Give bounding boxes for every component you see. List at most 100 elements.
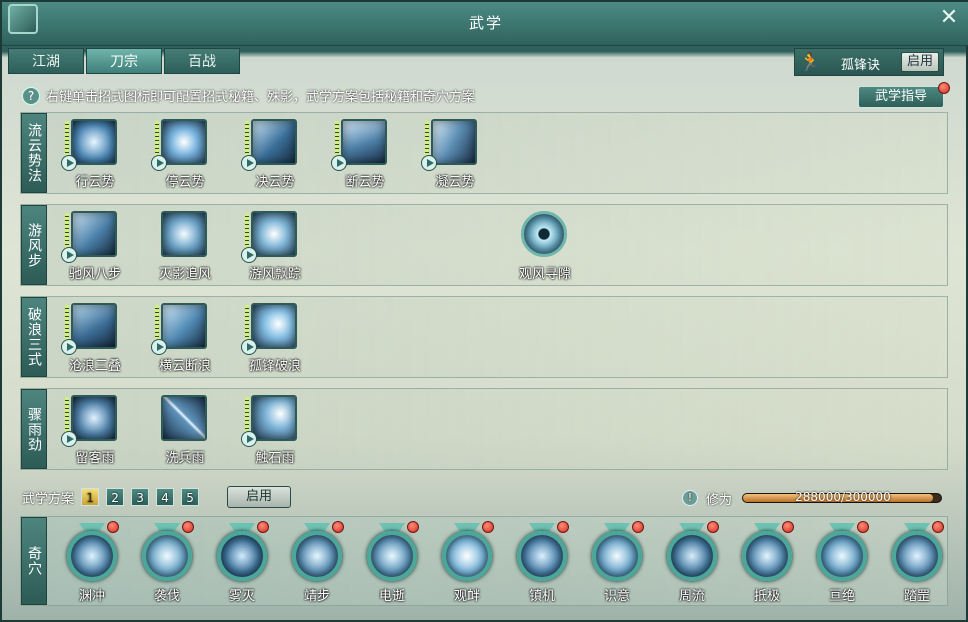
skill-label: 凝云势 bbox=[435, 175, 475, 190]
eye-icon[interactable] bbox=[521, 211, 567, 257]
skill-icon[interactable] bbox=[251, 303, 297, 349]
notification-dot bbox=[857, 521, 869, 533]
scheme-enable-button[interactable]: 启用 bbox=[227, 486, 292, 508]
title-bar[interactable]: 武学 ✕ bbox=[2, 2, 968, 46]
skill-label: 停云势 bbox=[165, 175, 205, 190]
qixue-tab[interactable] bbox=[154, 523, 180, 531]
qixue-label: 观衅 bbox=[453, 589, 480, 604]
scheme-number-5[interactable]: 5 bbox=[181, 488, 200, 506]
notification-dot bbox=[257, 521, 269, 533]
qixue-tab[interactable] bbox=[679, 523, 705, 531]
qixue-tab[interactable] bbox=[829, 523, 855, 531]
skill-label: 触石雨 bbox=[255, 451, 295, 466]
exclamation-icon[interactable]: ! bbox=[681, 490, 698, 506]
skill-icon[interactable] bbox=[251, 395, 297, 441]
qixue-slot: 渊冲 bbox=[55, 519, 129, 605]
skill-slot: 灭影追风 bbox=[145, 207, 225, 285]
qixue-tab[interactable] bbox=[529, 523, 555, 531]
play-icon[interactable] bbox=[61, 155, 77, 171]
qixue-icon[interactable] bbox=[142, 531, 192, 581]
play-icon[interactable] bbox=[241, 247, 257, 263]
scheme-number-3[interactable]: 3 bbox=[131, 488, 150, 506]
qixue-tab[interactable] bbox=[904, 523, 930, 531]
play-icon[interactable] bbox=[241, 155, 257, 171]
qixue-tab[interactable] bbox=[79, 523, 105, 531]
skill-label: 洗兵雨 bbox=[165, 451, 205, 466]
skill-slot: 行云势 bbox=[55, 115, 135, 193]
qixue-icon[interactable] bbox=[67, 531, 117, 581]
qixue-tab[interactable] bbox=[229, 523, 255, 531]
qixue-label: 亘绝 bbox=[828, 589, 855, 604]
qixue-icon[interactable] bbox=[892, 531, 942, 581]
skill-icon[interactable] bbox=[161, 303, 207, 349]
tab-jianghu[interactable]: 江湖 bbox=[8, 48, 84, 74]
qixue-slot: 袭伐 bbox=[130, 519, 204, 605]
qixue-slot: 踏罡 bbox=[880, 519, 954, 605]
scheme-label: 武学方案 bbox=[22, 491, 75, 507]
qixue-icon[interactable] bbox=[742, 531, 792, 581]
qixue-label: 袭伐 bbox=[153, 589, 180, 604]
qixue-tab[interactable] bbox=[304, 523, 330, 531]
notification-dot bbox=[707, 521, 719, 533]
qixue-tab[interactable] bbox=[454, 523, 480, 531]
play-icon[interactable] bbox=[61, 431, 77, 447]
scheme-number-1[interactable]: 1 bbox=[81, 488, 100, 506]
row-label: 游风步 bbox=[21, 205, 47, 285]
play-icon[interactable] bbox=[151, 339, 167, 355]
skill-icon[interactable] bbox=[341, 119, 387, 165]
play-icon[interactable] bbox=[331, 155, 347, 171]
close-icon[interactable]: ✕ bbox=[938, 7, 960, 30]
skill-icon[interactable] bbox=[71, 395, 117, 441]
qixue-icon[interactable] bbox=[517, 531, 567, 581]
qixue-slot: 观衅 bbox=[430, 519, 504, 605]
skill-slot: 横云断浪 bbox=[145, 299, 225, 377]
skill-icon[interactable] bbox=[71, 303, 117, 349]
wuxue-guide-button[interactable]: 武学指导 bbox=[858, 86, 944, 108]
qixue-tab[interactable] bbox=[379, 523, 405, 531]
skill-row-liuyun: 流云势法 行云势 停云势 决云势 断云势 凝云势 bbox=[20, 112, 948, 194]
scheme-number-4[interactable]: 4 bbox=[156, 488, 175, 506]
scheme-number-2[interactable]: 2 bbox=[106, 488, 125, 506]
tab-daozong[interactable]: 刀宗 bbox=[86, 48, 162, 74]
notification-dot bbox=[407, 521, 419, 533]
play-icon[interactable] bbox=[241, 339, 257, 355]
notification-dot bbox=[482, 521, 494, 533]
qixue-icon[interactable] bbox=[292, 531, 342, 581]
play-icon[interactable] bbox=[241, 431, 257, 447]
skill-icon[interactable] bbox=[71, 211, 117, 257]
notification-dot bbox=[557, 521, 569, 533]
play-icon[interactable] bbox=[61, 247, 77, 263]
active-kungfu-panel: 🏃 孤锋诀 启用 bbox=[794, 48, 944, 76]
question-icon[interactable]: ? bbox=[22, 86, 40, 105]
skill-icon[interactable] bbox=[431, 119, 477, 165]
qixue-icon[interactable] bbox=[367, 531, 417, 581]
notification-dot bbox=[938, 82, 950, 94]
qixue-tab[interactable] bbox=[604, 523, 630, 531]
skill-slot: 触石雨 bbox=[235, 391, 315, 469]
qixue-icon[interactable] bbox=[217, 531, 267, 581]
qixue-slot: 抵极 bbox=[730, 519, 804, 605]
play-icon[interactable] bbox=[421, 155, 437, 171]
qixue-label: 渊冲 bbox=[78, 589, 105, 604]
skill-icon[interactable] bbox=[251, 211, 297, 257]
play-icon[interactable] bbox=[151, 155, 167, 171]
qixue-tab[interactable] bbox=[754, 523, 780, 531]
qixue-icon[interactable] bbox=[817, 531, 867, 581]
skill-icon[interactable] bbox=[161, 119, 207, 165]
qixue-icon[interactable] bbox=[442, 531, 492, 581]
qixue-icon[interactable] bbox=[667, 531, 717, 581]
skill-icon[interactable] bbox=[251, 119, 297, 165]
play-icon[interactable] bbox=[61, 339, 77, 355]
qixue-slot: 周流 bbox=[655, 519, 729, 605]
tab-baizhan[interactable]: 百战 bbox=[164, 48, 240, 74]
qixue-label: 周流 bbox=[678, 589, 705, 604]
skill-icon[interactable] bbox=[161, 211, 207, 257]
skill-icon[interactable] bbox=[71, 119, 117, 165]
enable-kungfu-button[interactable]: 启用 bbox=[901, 52, 939, 72]
cultivation-bar: 288000/300000 bbox=[742, 490, 942, 504]
skill-icon[interactable] bbox=[161, 395, 207, 441]
qixue-icon[interactable] bbox=[592, 531, 642, 581]
qixue-label: 识意 bbox=[603, 589, 630, 604]
qixue-slot: 识意 bbox=[580, 519, 654, 605]
cultivation-text: 288000/300000 bbox=[795, 490, 891, 504]
